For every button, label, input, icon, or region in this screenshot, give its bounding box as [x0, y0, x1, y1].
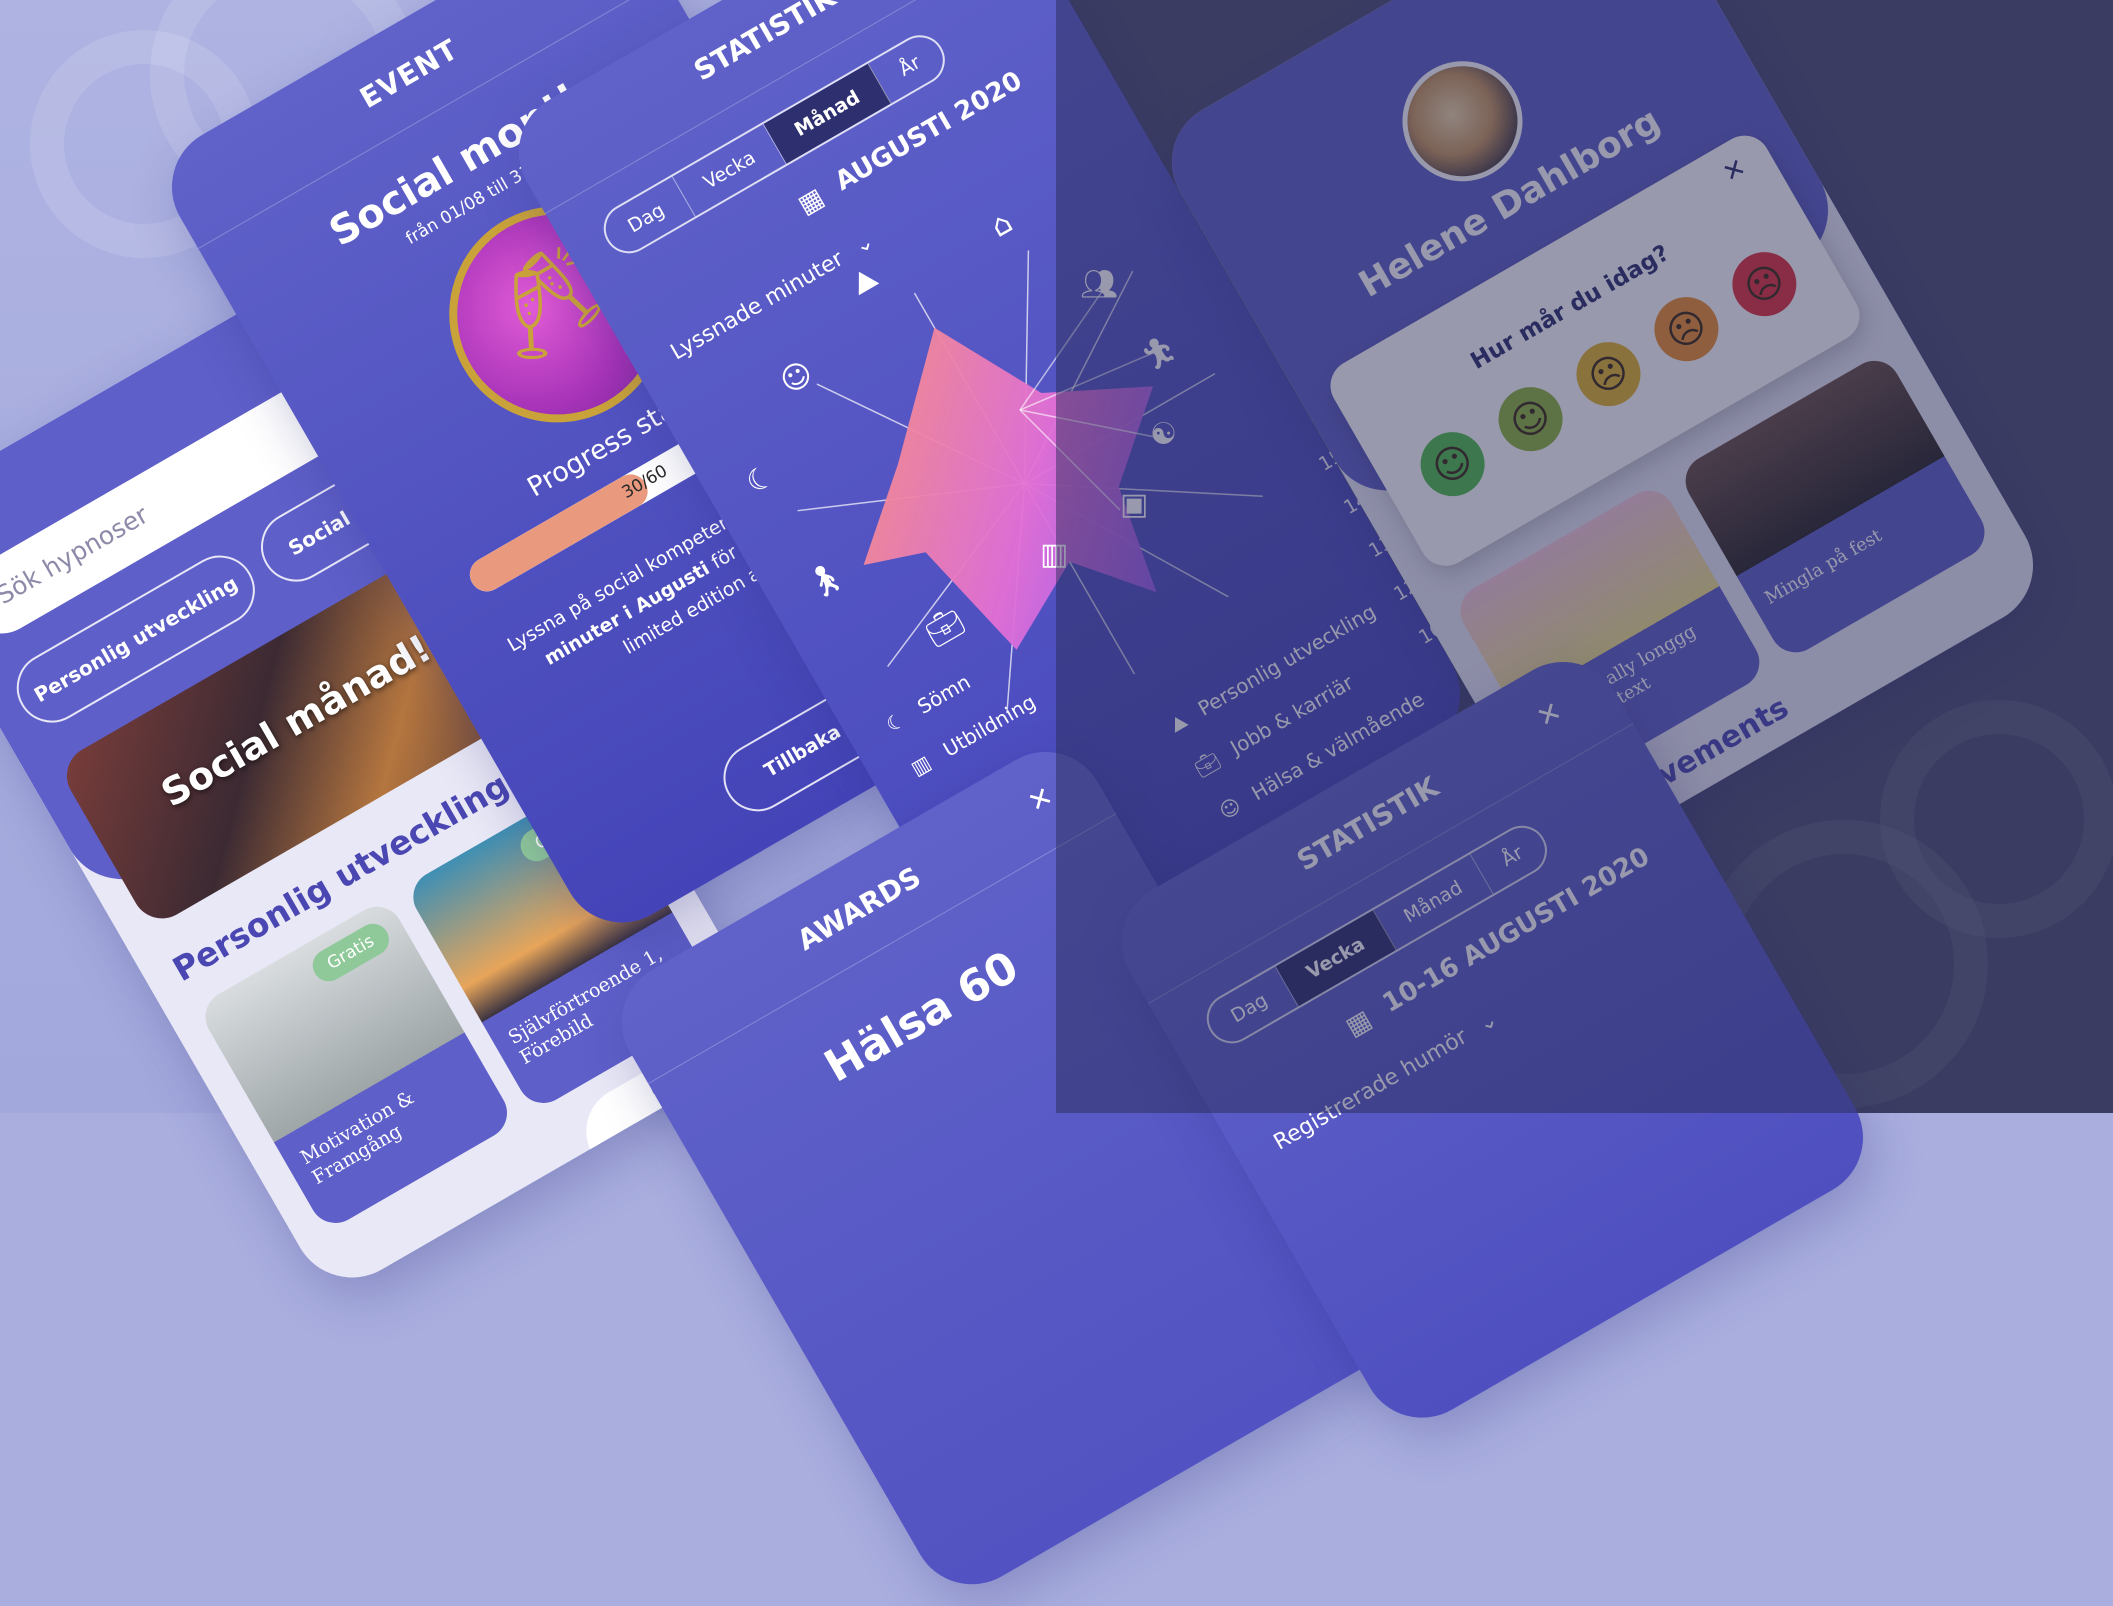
mood-sad-icon[interactable]: ☹	[1642, 285, 1731, 373]
calendar-icon[interactable]: ▦	[1341, 1004, 1377, 1042]
mood-happy-icon[interactable]: ☺	[1486, 375, 1575, 463]
mood-very-happy-icon[interactable]: ☺	[1408, 420, 1497, 508]
people-icon: 👥︎	[1080, 267, 1119, 302]
running-icon: 🏃︎	[1140, 337, 1179, 372]
card-title: Mingla på fest	[1761, 525, 1886, 609]
chevron-down-icon: ⌄	[1473, 1006, 1503, 1038]
metric-label: Registrerade humör	[1269, 1024, 1472, 1156]
gratis-badge: Gratis	[306, 918, 395, 988]
close-icon[interactable]: ✕	[1718, 152, 1752, 189]
calendar-icon[interactable]: ▦	[793, 182, 829, 220]
mood-angry-icon[interactable]: ☹	[1720, 240, 1809, 328]
card-title: Motivation & Framgång	[296, 1086, 418, 1189]
mood-neutral-icon[interactable]: ☹	[1564, 330, 1653, 418]
metric-dropdown-week[interactable]: Registrerade humör ⌄	[1270, 1007, 1503, 1156]
books-icon: ▥	[1040, 537, 1069, 572]
chevron-down-icon: ⌄	[850, 228, 879, 260]
tab-vecka[interactable]: Vecka	[673, 123, 787, 217]
decor-swirl	[1880, 700, 2113, 938]
